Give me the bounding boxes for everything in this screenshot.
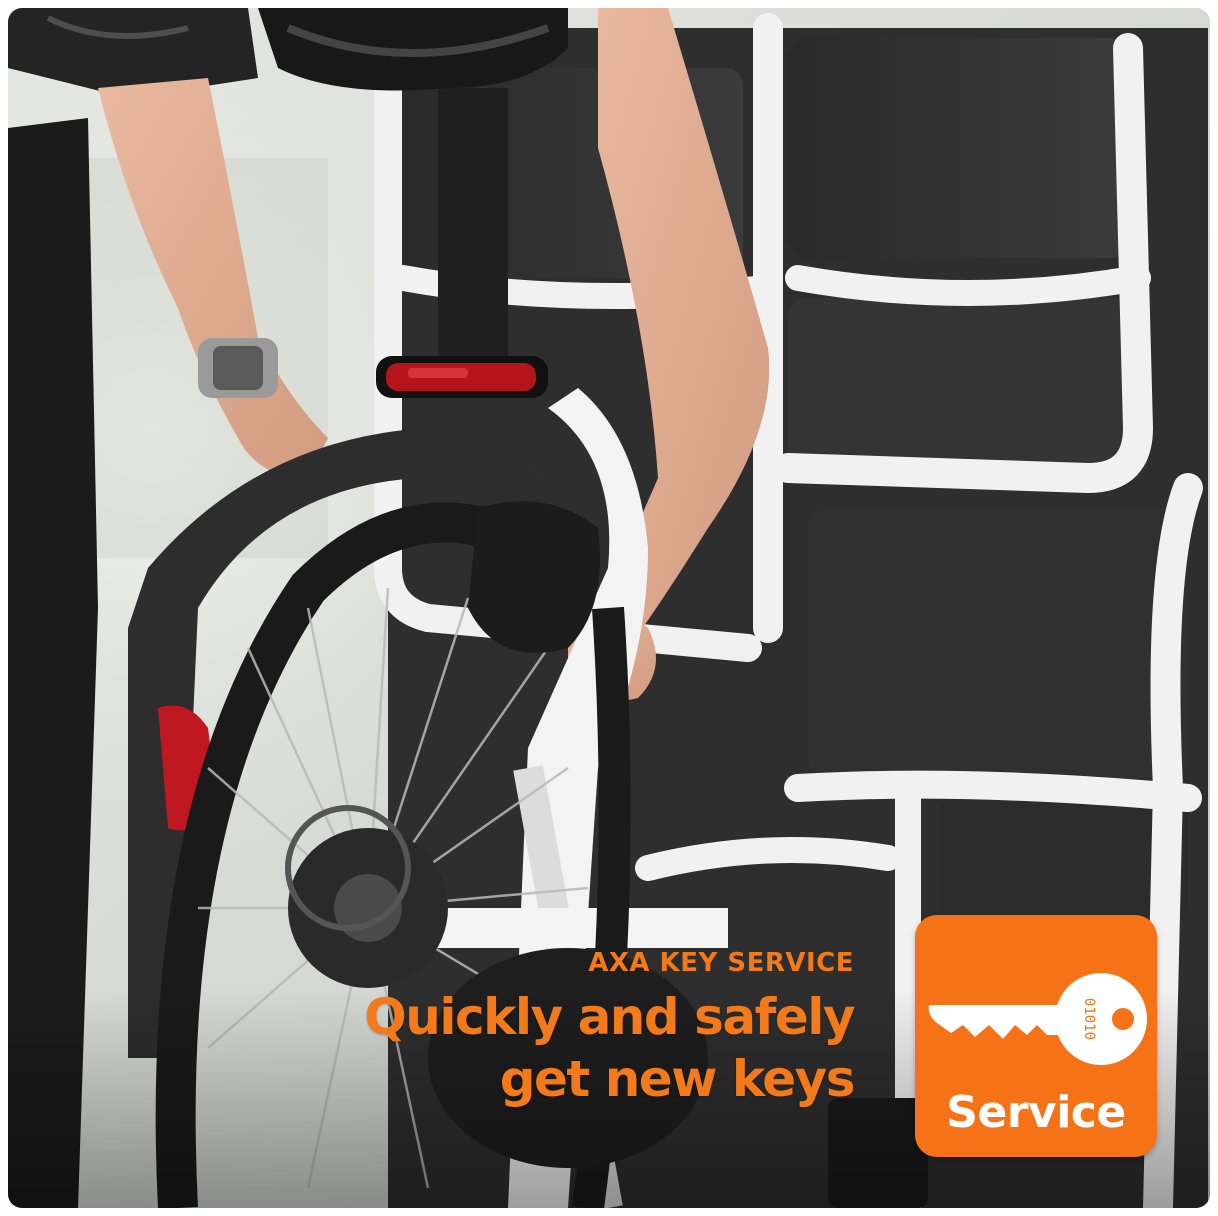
headline-line-2: get new keys (499, 1050, 856, 1108)
service-badge: 01010 Service (915, 915, 1157, 1157)
promo-headline-block: AXA KEY SERVICE Quickly and safely get n… (364, 946, 856, 1110)
key-code-text: 01010 (1081, 998, 1097, 1040)
promo-image: AXA KEY SERVICE Quickly and safely get n… (0, 0, 1218, 1216)
headline-line-1: Quickly and safely (364, 988, 855, 1046)
promo-kicker: AXA KEY SERVICE (588, 948, 854, 978)
promo-headline: Quickly and safely get new keys (364, 986, 856, 1110)
service-label: Service (946, 1087, 1126, 1138)
